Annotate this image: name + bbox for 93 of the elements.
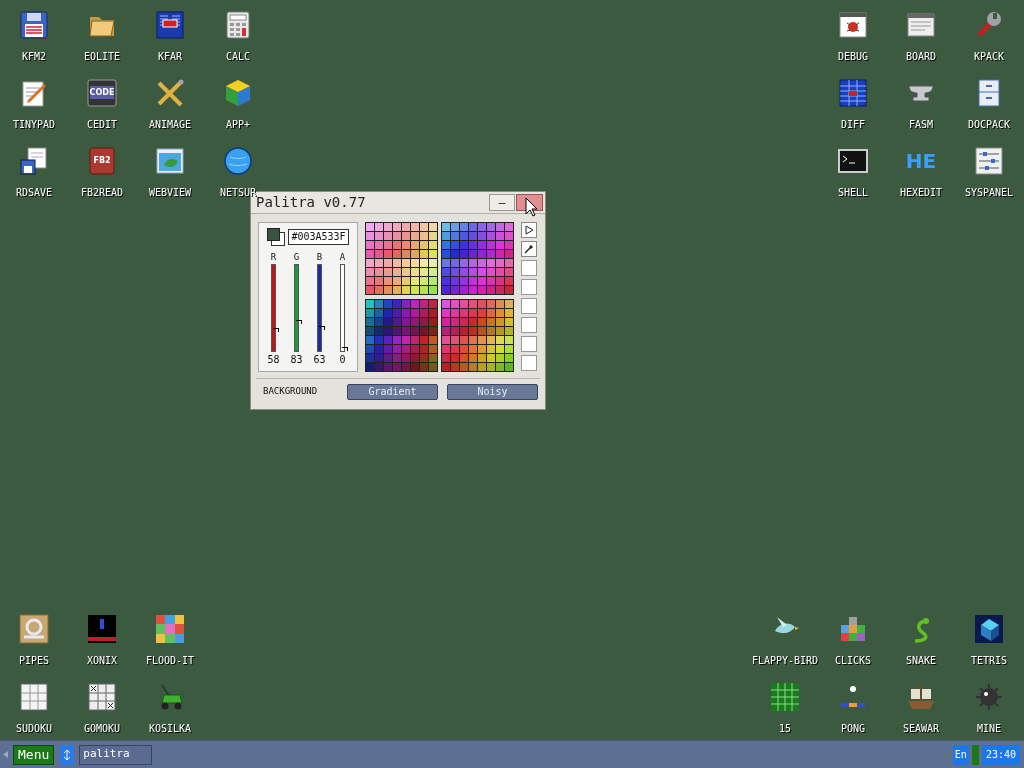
globe-icon[interactable] [222, 145, 254, 177]
custom-color-slot[interactable] [521, 298, 537, 314]
action-button[interactable]: Gradient [347, 384, 438, 400]
color-grid[interactable] [440, 298, 514, 372]
custom-color-slot[interactable] [521, 336, 537, 352]
language-button[interactable]: En [952, 744, 969, 765]
icon-label: SHELL [837, 187, 869, 199]
menu-button[interactable]: Menu [13, 744, 55, 765]
icon-label: MINE [976, 723, 1002, 735]
icon-label: TETRIS [970, 655, 1008, 667]
icon-label: FASM [908, 119, 934, 131]
switch-icon[interactable] [60, 744, 75, 765]
channel-slider[interactable] [317, 264, 322, 352]
tic-tac-toe-icon[interactable] [86, 681, 118, 713]
icon-label: KPACK [973, 51, 1005, 63]
color-grid[interactable] [365, 298, 438, 372]
window-title: Palitra v0.77 [256, 194, 367, 212]
bug-window-icon[interactable] [837, 9, 869, 41]
icon-label: SYSPANEL [964, 187, 1014, 199]
slider-thumb[interactable] [296, 319, 302, 324]
sliders-icon[interactable] [973, 145, 1005, 177]
icon-label: FB2READ [80, 187, 124, 199]
panel-window-icon[interactable] [154, 9, 186, 41]
play-icon[interactable] [521, 222, 537, 238]
indicator-icon [971, 744, 979, 765]
icon-label: GOMOKU [83, 723, 121, 735]
sudoku-grid-icon[interactable] [18, 681, 50, 713]
icon-label: 15 [778, 723, 791, 735]
icon-label: WEBVIEW [148, 187, 192, 199]
custom-color-slot[interactable] [521, 260, 537, 276]
hex-editor-icon[interactable]: HE [905, 145, 937, 177]
channel-value: 63 [313, 354, 326, 366]
icon-label: BOARD [905, 51, 937, 63]
icon-label: DOCPACK [967, 119, 1011, 131]
icon-label: RDSAVE [15, 187, 53, 199]
tile-grid-icon[interactable] [769, 681, 801, 713]
icon-label: SNAKE [905, 655, 937, 667]
tetris-block-icon[interactable] [973, 613, 1005, 645]
slider-thumb[interactable] [319, 326, 325, 331]
icon-label: DEBUG [837, 51, 869, 63]
icon-label: KFM2 [21, 51, 47, 63]
action-button[interactable]: Noisy [447, 384, 538, 400]
icon-label: PIPES [18, 655, 50, 667]
color-grid[interactable] [440, 222, 514, 295]
icon-label: KOSILKA [148, 723, 192, 735]
icon-label: PONG [840, 723, 866, 735]
icon-label: HEXEDIT [899, 187, 943, 199]
icon-label: APP+ [225, 119, 251, 131]
icon-label: SEAWAR [902, 723, 940, 735]
icon-label: FLOOD-IT [145, 655, 195, 667]
icon-label: CEDIT [86, 119, 118, 131]
minimize-button[interactable]: – [489, 194, 515, 211]
channel-label: R [270, 252, 277, 263]
icon-label: EOLITE [83, 51, 121, 63]
channel-label: A [339, 252, 346, 263]
channel-value: 83 [290, 354, 303, 366]
icon-label: KFAR [157, 51, 183, 63]
channel-value: 0 [339, 354, 346, 366]
channel-slider[interactable] [294, 264, 299, 352]
color-swatch-icon [267, 228, 286, 246]
background-label: BACKGROUND [262, 385, 319, 399]
color-grid[interactable] [365, 222, 438, 295]
channel-slider[interactable] [271, 264, 276, 352]
floppy-document-icon[interactable] [18, 145, 50, 177]
table-icon[interactable] [837, 77, 869, 109]
game-screen-icon[interactable] [86, 613, 118, 645]
icon-label: SUDOKU [15, 723, 53, 735]
channel-label: G [293, 252, 300, 263]
slider-thumb[interactable] [273, 327, 279, 332]
hex-field[interactable]: #003A533F [288, 229, 349, 245]
eyedropper-icon[interactable] [521, 241, 537, 257]
color-grid-icon[interactable] [154, 613, 186, 645]
code-screen-icon[interactable]: CODE [86, 77, 118, 109]
icon-label: ANIMAGE [148, 119, 192, 131]
task-button[interactable]: palitra [79, 744, 153, 765]
icon-label: FLAPPY-BIRD [751, 655, 819, 667]
pipe-tile-icon[interactable] [18, 613, 50, 645]
book-icon[interactable]: FB2 [86, 145, 118, 177]
slider-thumb[interactable] [342, 347, 348, 351]
cursor-icon [525, 197, 538, 217]
icon-label: DIFF [840, 119, 866, 131]
channel-value: 58 [267, 354, 280, 366]
custom-color-slot[interactable] [521, 355, 537, 371]
channel-slider[interactable] [340, 264, 345, 352]
icon-label: TINYPAD [12, 119, 56, 131]
custom-color-slot[interactable] [521, 317, 537, 333]
clock: 23:40 [981, 744, 1020, 765]
icon-label: CLICKS [834, 655, 872, 667]
custom-color-slot[interactable] [521, 279, 537, 295]
icon-label: XONIX [86, 655, 118, 667]
channel-label: B [316, 252, 323, 263]
icon-label: CALC [225, 51, 251, 63]
globe-window-icon[interactable] [154, 145, 186, 177]
